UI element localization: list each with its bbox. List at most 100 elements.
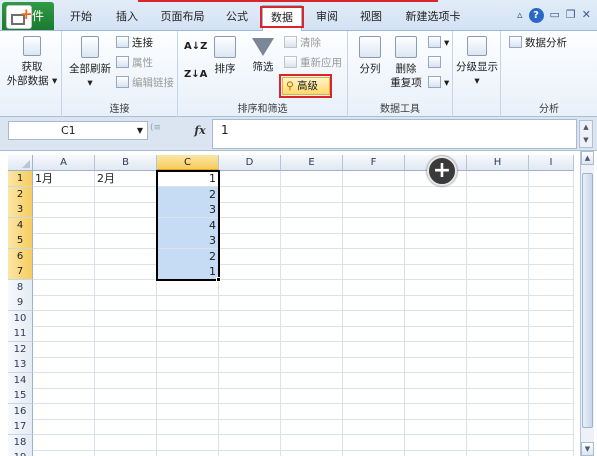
- connections-button[interactable]: 连接: [116, 35, 153, 51]
- cell-e18[interactable]: [281, 434, 343, 451]
- cell-f16[interactable]: [343, 403, 405, 420]
- cell-a1[interactable]: 1月: [33, 171, 95, 187]
- cell-g3[interactable]: [405, 202, 467, 218]
- cell-d17[interactable]: [219, 419, 281, 435]
- cell-c6[interactable]: 2: [157, 248, 219, 265]
- tab-home[interactable]: 开始: [62, 5, 100, 29]
- cell-d4[interactable]: [219, 217, 281, 234]
- tab-new[interactable]: 新建选项卡: [398, 5, 468, 29]
- cell-c11[interactable]: [157, 326, 219, 342]
- restore-icon[interactable]: ❐: [566, 8, 576, 23]
- row-header-1[interactable]: 1: [8, 171, 33, 187]
- column-header-b[interactable]: B: [95, 155, 157, 171]
- cell-b13[interactable]: [95, 357, 157, 373]
- row-header-8[interactable]: 8: [8, 279, 33, 296]
- sort-button[interactable]: 排序: [210, 36, 240, 76]
- cell-c19[interactable]: [157, 450, 219, 456]
- cell-b14[interactable]: [95, 372, 157, 389]
- cell-i10[interactable]: [529, 310, 574, 327]
- sort-za-icon[interactable]: Z↓A: [184, 67, 207, 83]
- cell-e10[interactable]: [281, 310, 343, 327]
- cell-d14[interactable]: [219, 372, 281, 389]
- cell-g13[interactable]: [405, 357, 467, 373]
- reapply-button[interactable]: 重新应用: [284, 55, 342, 71]
- cell-e4[interactable]: [281, 217, 343, 234]
- clear-button[interactable]: 清除: [284, 35, 321, 51]
- worksheet-grid[interactable]: ABCDEFGHI11月2月12233445362718910111213141…: [8, 155, 579, 456]
- row-header-2[interactable]: 2: [8, 186, 33, 203]
- remove-duplicates-button[interactable]: 删除 重复项: [390, 36, 422, 90]
- cell-d10[interactable]: [219, 310, 281, 327]
- cell-h9[interactable]: [467, 295, 529, 311]
- cell-a3[interactable]: [33, 202, 95, 218]
- cell-c1[interactable]: 1: [157, 171, 219, 187]
- cell-e11[interactable]: [281, 326, 343, 342]
- cell-g6[interactable]: [405, 248, 467, 265]
- cell-f1[interactable]: [343, 171, 405, 187]
- cell-c17[interactable]: [157, 419, 219, 435]
- cell-e1[interactable]: [281, 171, 343, 187]
- cell-d2[interactable]: [219, 186, 281, 203]
- cell-h17[interactable]: [467, 419, 529, 435]
- cell-f15[interactable]: [343, 388, 405, 404]
- cell-e5[interactable]: [281, 233, 343, 249]
- cell-c8[interactable]: [157, 279, 219, 296]
- cell-a19[interactable]: [33, 450, 95, 456]
- cell-g15[interactable]: [405, 388, 467, 404]
- row-header-11[interactable]: 11: [8, 326, 33, 342]
- cell-f8[interactable]: [343, 279, 405, 296]
- cell-c13[interactable]: [157, 357, 219, 373]
- row-header-3[interactable]: 3: [8, 202, 33, 218]
- cell-a17[interactable]: [33, 419, 95, 435]
- column-header-i[interactable]: I: [529, 155, 574, 171]
- cell-h15[interactable]: [467, 388, 529, 404]
- row-header-18[interactable]: 18: [8, 434, 33, 451]
- cell-h13[interactable]: [467, 357, 529, 373]
- data-analysis-button[interactable]: 数据分析: [509, 35, 567, 51]
- cell-f6[interactable]: [343, 248, 405, 265]
- column-header-c[interactable]: C: [157, 155, 219, 171]
- outline-button[interactable]: 分级显示 ▾: [455, 36, 499, 88]
- cell-b18[interactable]: [95, 434, 157, 451]
- cell-a7[interactable]: [33, 264, 95, 280]
- cell-e7[interactable]: [281, 264, 343, 280]
- cell-h3[interactable]: [467, 202, 529, 218]
- insert-function-button[interactable]: fx: [190, 121, 210, 140]
- cell-d8[interactable]: [219, 279, 281, 296]
- cell-b4[interactable]: [95, 217, 157, 234]
- cell-e12[interactable]: [281, 341, 343, 358]
- cell-g5[interactable]: [405, 233, 467, 249]
- cell-a18[interactable]: [33, 434, 95, 451]
- column-header-d[interactable]: D: [219, 155, 281, 171]
- cell-g4[interactable]: [405, 217, 467, 234]
- row-header-9[interactable]: 9: [8, 295, 33, 311]
- fill-handle[interactable]: [216, 276, 221, 282]
- cell-f18[interactable]: [343, 434, 405, 451]
- cell-e2[interactable]: [281, 186, 343, 203]
- cell-i15[interactable]: [529, 388, 574, 404]
- scroll-up-icon[interactable]: ▲: [581, 151, 594, 165]
- cell-b16[interactable]: [95, 403, 157, 420]
- cell-a4[interactable]: [33, 217, 95, 234]
- cell-d1[interactable]: [219, 171, 281, 187]
- cell-c15[interactable]: [157, 388, 219, 404]
- cell-d12[interactable]: [219, 341, 281, 358]
- cell-c10[interactable]: [157, 310, 219, 327]
- sort-az-icon[interactable]: A↓Z: [184, 39, 207, 55]
- cell-e15[interactable]: [281, 388, 343, 404]
- cell-a15[interactable]: [33, 388, 95, 404]
- cell-c3[interactable]: 3: [157, 202, 219, 218]
- cell-g2[interactable]: [405, 186, 467, 203]
- cell-a16[interactable]: [33, 403, 95, 420]
- cell-f13[interactable]: [343, 357, 405, 373]
- cell-b10[interactable]: [95, 310, 157, 327]
- cell-c18[interactable]: [157, 434, 219, 451]
- cell-g9[interactable]: [405, 295, 467, 311]
- cell-f3[interactable]: [343, 202, 405, 218]
- add-plus-icon[interactable]: +: [427, 156, 457, 186]
- cell-a5[interactable]: [33, 233, 95, 249]
- cell-g18[interactable]: [405, 434, 467, 451]
- cell-i14[interactable]: [529, 372, 574, 389]
- cell-e14[interactable]: [281, 372, 343, 389]
- close-icon[interactable]: ✕: [582, 8, 591, 23]
